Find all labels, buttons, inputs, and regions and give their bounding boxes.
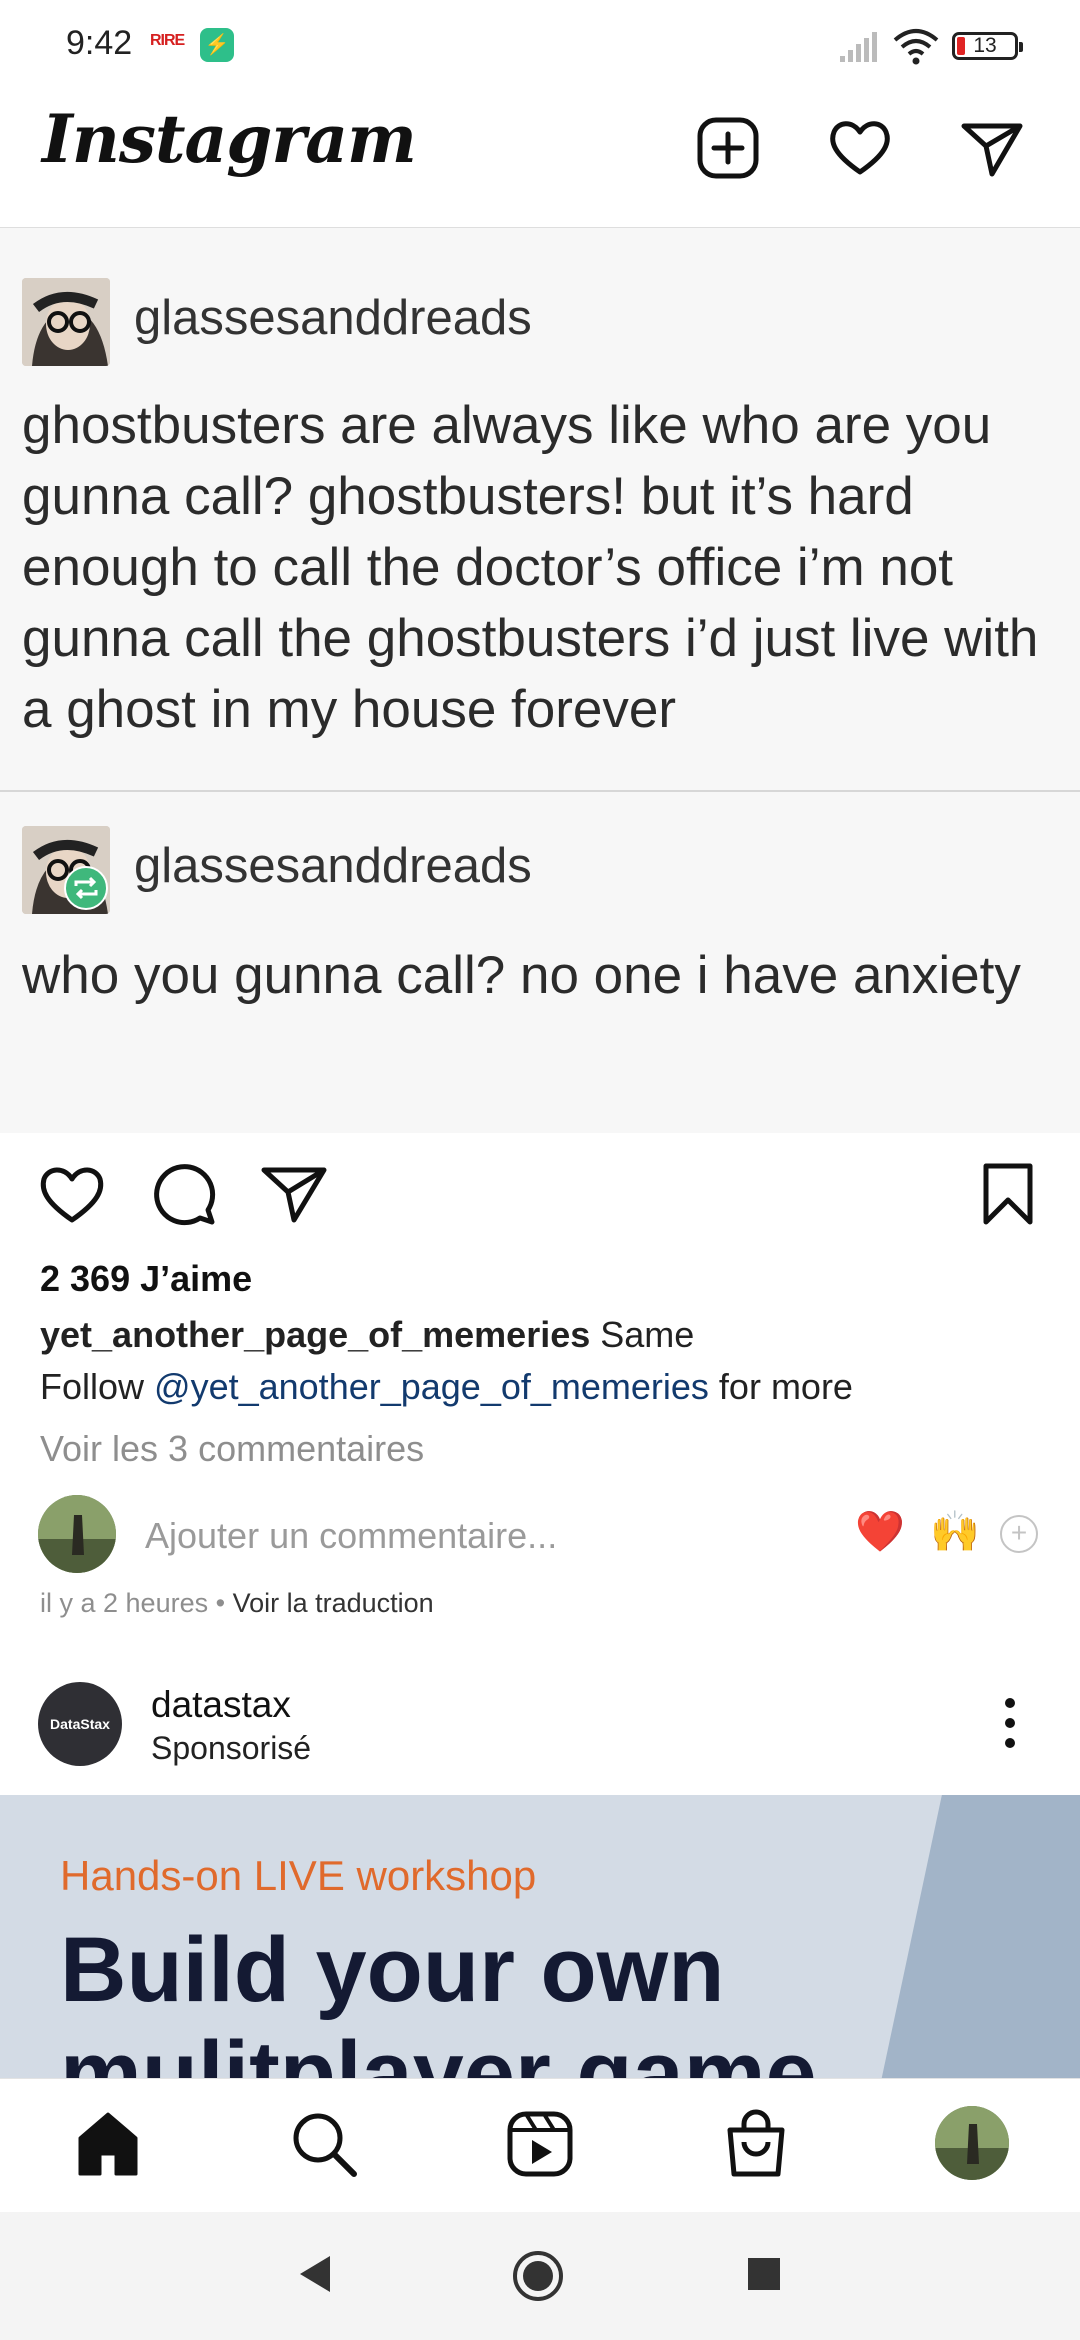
add-comment-input[interactable]: Ajouter un commentaire...: [145, 1515, 557, 1557]
timestamp-separator: •: [208, 1588, 233, 1618]
quick-emoji-raised-hands[interactable]: 🙌: [930, 1508, 980, 1555]
instagram-logo[interactable]: Instagram: [42, 100, 417, 178]
tumblr-reblog-username: glassesanddreads: [134, 839, 532, 893]
add-emoji-icon[interactable]: +: [1000, 1515, 1038, 1553]
timestamp-text: il y a 2 heures: [40, 1588, 209, 1618]
caption-text: Same: [590, 1314, 695, 1355]
ad-headline: Build your own mulitplayer game: [60, 1919, 817, 2078]
reblog-icon: [64, 866, 108, 910]
like-icon[interactable]: [36, 1158, 108, 1230]
caption-mention-link[interactable]: @yet_another_page_of_memeries: [154, 1366, 709, 1407]
heart-icon[interactable]: [824, 112, 896, 184]
caption-suffix-text: for more: [708, 1366, 853, 1407]
home-circle-icon[interactable]: [512, 2250, 564, 2302]
caption-line-2: Follow @yet_another_page_of_memeries for…: [40, 1366, 853, 1408]
view-comments-link[interactable]: Voir les 3 commentaires: [40, 1428, 424, 1470]
caption-username[interactable]: yet_another_page_of_memeries: [40, 1314, 590, 1355]
new-post-icon[interactable]: [692, 112, 764, 184]
tumblr-username: glassesanddreads: [134, 291, 532, 345]
more-options-icon[interactable]: [1000, 1695, 1020, 1751]
reels-icon[interactable]: [504, 2108, 576, 2180]
back-icon[interactable]: [296, 2254, 334, 2294]
share-icon[interactable]: [258, 1158, 330, 1230]
wifi-icon: [893, 29, 939, 65]
recents-icon[interactable]: [746, 2256, 782, 2292]
sponsor-username[interactable]: datastax: [151, 1684, 291, 1726]
comment-icon[interactable]: [148, 1158, 220, 1230]
tumblr-reblog-text: who you gunna call? no one i have anxiet…: [22, 946, 1021, 1005]
tumblr-avatar: [22, 278, 110, 366]
shop-icon[interactable]: [720, 2108, 792, 2180]
home-icon[interactable]: [72, 2108, 144, 2180]
tumblr-post-text: ghostbusters are always like who are you…: [22, 396, 1039, 739]
signal-icon: [840, 32, 877, 62]
search-icon[interactable]: [288, 2108, 360, 2180]
battery-icon: 13: [952, 32, 1023, 60]
tumblr-divider: [0, 790, 1080, 792]
caption-line-1: yet_another_page_of_memeries Same: [40, 1314, 694, 1356]
sponsored-label: Sponsorisé: [151, 1730, 312, 1766]
notification-badge-rire: RIRE: [150, 32, 185, 49]
like-count[interactable]: 2 369 J’aime: [40, 1258, 252, 1300]
profile-avatar[interactable]: [935, 2106, 1009, 2180]
save-bookmark-icon[interactable]: [972, 1158, 1044, 1230]
user-avatar: [38, 1495, 116, 1573]
caption-follow-text: Follow: [40, 1366, 155, 1407]
post-timestamp: il y a 2 heures • Voir la traduction: [40, 1588, 434, 1619]
sponsor-avatar[interactable]: DataStax: [38, 1682, 122, 1766]
quick-emoji-heart[interactable]: ❤️: [855, 1508, 905, 1555]
notification-badge-icon: ⚡: [200, 28, 234, 62]
direct-message-icon[interactable]: [956, 112, 1028, 184]
status-time: 9:42: [66, 24, 133, 62]
ad-kicker: Hands-on LIVE workshop: [60, 1852, 537, 1899]
see-translation-link[interactable]: Voir la traduction: [233, 1588, 434, 1618]
